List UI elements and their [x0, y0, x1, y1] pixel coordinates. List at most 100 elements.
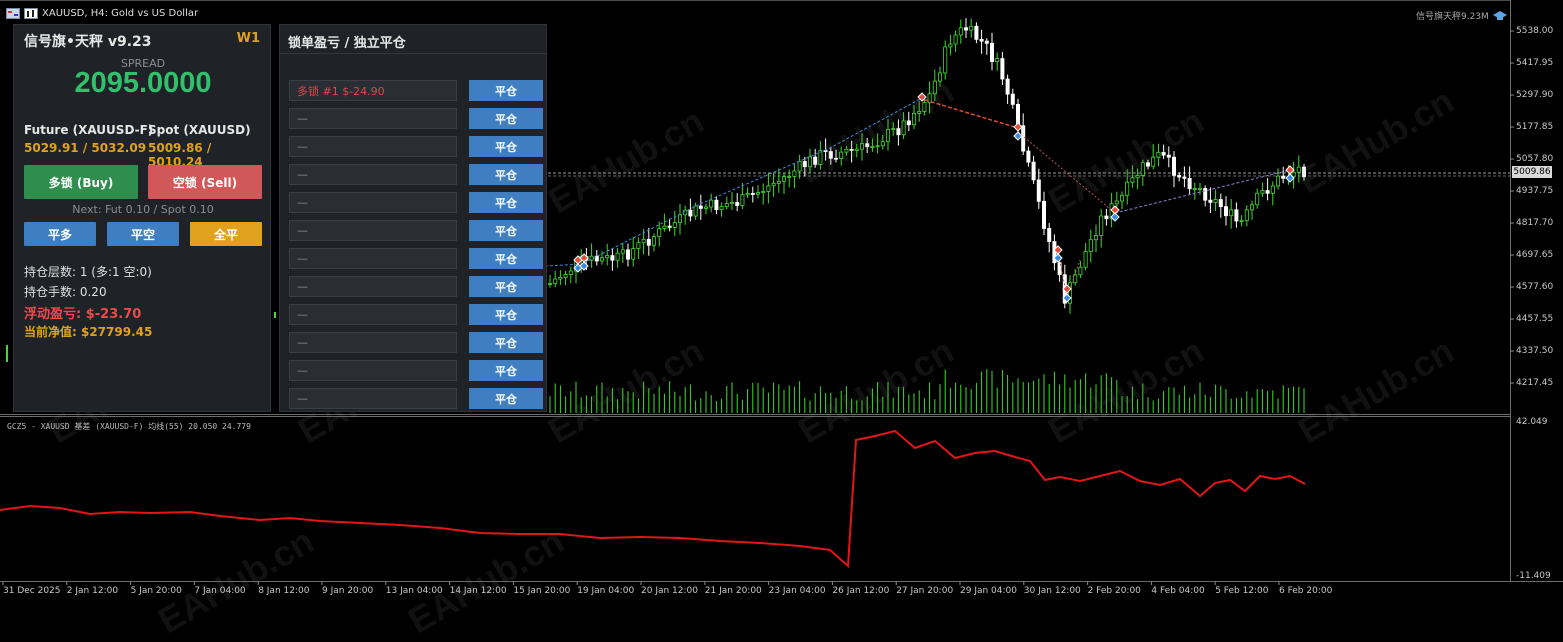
- close-short-button[interactable]: 平空: [107, 222, 179, 246]
- lock-row-label: —: [289, 276, 457, 297]
- time-tick-label: 19 Jan 04:00: [577, 586, 635, 596]
- price-tick-label: 5057.80: [1516, 154, 1554, 164]
- close-position-button[interactable]: 平仓: [469, 276, 543, 297]
- candle-body: [766, 185, 771, 192]
- candle-body: [886, 129, 891, 143]
- close-long-button[interactable]: 平多: [24, 222, 96, 246]
- candle-body: [896, 128, 901, 136]
- candle-body: [865, 143, 870, 147]
- candle-body: [1234, 209, 1239, 222]
- candle-body: [787, 175, 792, 178]
- position-lots: 持仓手数: 0.20: [24, 285, 107, 299]
- close-position-button[interactable]: 平仓: [469, 164, 543, 185]
- price-tick-label: 4937.75: [1516, 186, 1554, 196]
- candle-body: [1010, 93, 1015, 105]
- candle-body: [756, 192, 761, 195]
- candle-body: [948, 43, 953, 48]
- close-position-button[interactable]: 平仓: [469, 388, 543, 409]
- candle-body: [875, 145, 880, 148]
- time-tick-label: 2 Feb 20:00: [1087, 586, 1141, 596]
- candle-body: [979, 38, 984, 42]
- lock-row-label: —: [289, 332, 457, 353]
- close-position-button[interactable]: 平仓: [469, 192, 543, 213]
- future-header: Future (XAUUSD-F): [24, 123, 154, 137]
- candle-body: [1083, 251, 1088, 268]
- lock-orders-panel: 锁单盈亏 / 独立平仓 多锁 #1 $-24.90 平仓 — 平仓 — 平仓 — 平仓 — 平仓 —…: [279, 24, 547, 412]
- close-position-button[interactable]: 平仓: [469, 248, 543, 269]
- candle-body: [782, 176, 787, 182]
- candle-body: [1265, 190, 1270, 194]
- candle-body: [646, 239, 651, 246]
- candle-body: [1146, 162, 1151, 167]
- candle-body: [553, 278, 558, 284]
- candle-body: [657, 228, 662, 238]
- sell-lock-button[interactable]: 空锁 (Sell): [148, 165, 262, 199]
- control-panel: 信号旗•天秤 v9.23 W1 SPREAD 2095.0000 Future …: [13, 24, 271, 412]
- candle-body: [1260, 190, 1265, 194]
- close-position-button[interactable]: 平仓: [469, 220, 543, 241]
- candle-body: [610, 255, 615, 261]
- window-menu-icon[interactable]: [6, 7, 20, 19]
- candle-body: [1270, 185, 1275, 194]
- time-tick-label: 5 Jan 20:00: [130, 586, 182, 596]
- candle-body: [1213, 199, 1218, 203]
- candle-body: [1088, 239, 1093, 253]
- future-quote: 5029.91 / 5032.09: [24, 141, 147, 155]
- candle-body: [932, 80, 937, 95]
- close-position-button[interactable]: 平仓: [469, 80, 543, 101]
- lock-row-label: —: [289, 220, 457, 241]
- candle-body: [1276, 175, 1281, 187]
- close-position-button[interactable]: 平仓: [469, 332, 543, 353]
- candle-body: [605, 255, 610, 259]
- indicator-title: GCZ5 - XAUUSD 基差 (XAUUSD-F) 均线(55) 20.05…: [7, 422, 251, 431]
- close-all-button[interactable]: 全平: [190, 222, 262, 246]
- candle-body: [652, 236, 657, 246]
- candle-body: [615, 252, 620, 261]
- candle-body: [750, 193, 755, 195]
- price-tick-label: 4577.60: [1516, 282, 1554, 292]
- time-tick-label: 8 Jan 12:00: [258, 586, 310, 596]
- lock-row-label: —: [289, 304, 457, 325]
- candle-body: [688, 209, 693, 217]
- candle-body: [1281, 175, 1286, 179]
- candle-body: [568, 270, 573, 275]
- time-tick-label: 29 Jan 04:00: [960, 586, 1017, 596]
- price-tick-label: 5297.90: [1516, 90, 1554, 100]
- indicator-max-label: 42.049: [1516, 417, 1548, 427]
- candle-body: [880, 141, 885, 147]
- close-position-button[interactable]: 平仓: [469, 108, 543, 129]
- time-tick-label: 31 Dec 2025: [3, 586, 61, 596]
- candle-body: [792, 170, 797, 177]
- timeframe-badge: W1: [236, 31, 260, 46]
- candle-body: [631, 248, 636, 260]
- candle-body: [662, 225, 667, 229]
- basis-indicator-line: [0, 429, 1306, 569]
- candle-body: [912, 112, 917, 126]
- candle-body: [1125, 181, 1130, 196]
- candle-body: [714, 199, 719, 211]
- candle-body: [1208, 199, 1213, 203]
- candle-body: [1078, 266, 1083, 276]
- candle-body: [964, 27, 969, 31]
- close-position-button[interactable]: 平仓: [469, 304, 543, 325]
- candle-body: [1094, 235, 1099, 241]
- candle-body: [922, 102, 927, 112]
- candle-body: [1000, 58, 1005, 80]
- candle-body: [704, 206, 709, 209]
- close-position-button[interactable]: 平仓: [469, 136, 543, 157]
- divider: [280, 53, 546, 54]
- time-tick-label: 20 Jan 12:00: [641, 586, 698, 596]
- candle-body: [1140, 162, 1145, 176]
- candle-body: [860, 143, 865, 150]
- candle-body: [990, 42, 995, 62]
- close-position-button[interactable]: 平仓: [469, 360, 543, 381]
- candle-body: [1120, 194, 1125, 202]
- candle-body: [1302, 166, 1307, 178]
- candle-body: [600, 257, 605, 262]
- candle-body: [938, 72, 943, 82]
- price-tick-label: 4217.45: [1516, 378, 1554, 388]
- candle-body: [641, 239, 646, 244]
- buy-lock-button[interactable]: 多锁 (Buy): [24, 165, 138, 199]
- candle-body: [667, 225, 672, 228]
- candle-body: [1224, 206, 1229, 217]
